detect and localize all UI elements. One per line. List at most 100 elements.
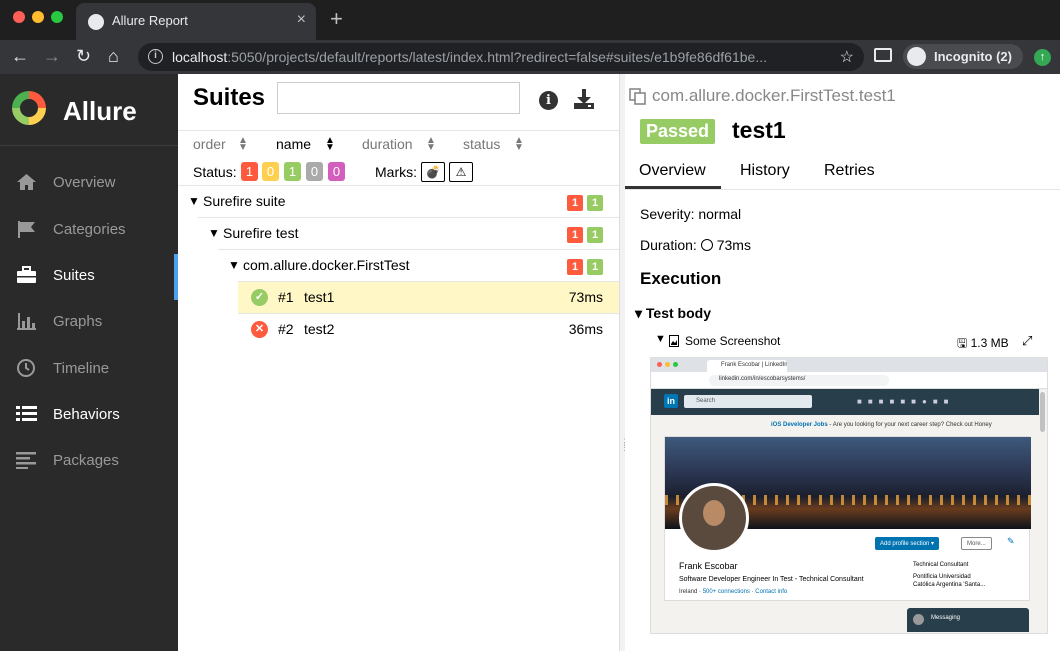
sidebar-item-label: Timeline (53, 360, 110, 377)
failed-count-badge: 1 (567, 259, 583, 275)
reload-icon[interactable]: ↻ (76, 45, 91, 67)
edit-pencil-icon: ✎ (1007, 536, 1015, 546)
tree-node-test[interactable]: ▼ Surefire test 1 1 (178, 218, 619, 250)
incognito-badge[interactable]: Incognito (2) (903, 44, 1023, 69)
tree-node-suite[interactable]: ▼ Surefire suite 1 1 (178, 186, 619, 218)
chevron-down-icon[interactable]: ▼ (655, 333, 666, 345)
sort-order[interactable]: order (193, 136, 226, 152)
close-tab-icon[interactable]: × (297, 11, 306, 29)
tab-history[interactable]: History (740, 162, 790, 180)
passed-count-badge: 1 (587, 259, 603, 275)
status-filter-failed[interactable]: 1 (241, 162, 258, 181)
splitter-grip-icon[interactable]: ⋮⋮ (620, 438, 629, 452)
globe-icon (88, 14, 104, 30)
incognito-icon (907, 47, 926, 66)
sidebar-item-timeline[interactable]: Timeline (0, 347, 178, 391)
status-filter-passed[interactable]: 1 (284, 162, 301, 181)
status-filter-label: Status: (193, 164, 237, 180)
warning-icon[interactable]: ⚠ (449, 162, 473, 182)
status-filter-broken[interactable]: 0 (262, 162, 279, 181)
back-icon[interactable]: ← (11, 45, 29, 67)
sort-name[interactable]: name (276, 136, 311, 152)
sort-arrows-icon[interactable]: ▲ ▼ (426, 136, 436, 153)
sort-duration[interactable]: duration (362, 136, 413, 152)
status-filter-unknown[interactable]: 0 (328, 162, 345, 181)
sidebar-divider (0, 145, 178, 146)
cast-icon[interactable] (874, 48, 892, 62)
sidebar-item-label: Packages (53, 452, 119, 469)
maximize-window-button[interactable] (51, 11, 63, 23)
bar-chart-icon (17, 313, 36, 330)
sidebar-item-packages[interactable]: Packages (0, 439, 178, 483)
copy-icon[interactable] (629, 88, 647, 105)
sort-status[interactable]: status (463, 136, 500, 152)
check-circle-icon: ✓ (251, 289, 268, 306)
test-name: test1 (304, 289, 335, 305)
passed-count-badge: 1 (587, 195, 603, 211)
test-details-pane: com.allure.docker.FirstTest.test1 Passed… (625, 74, 1060, 651)
flaky-bomb-icon[interactable]: 💣 (421, 162, 445, 182)
align-left-icon (16, 452, 36, 469)
address-bar[interactable]: i localhost:5050/projects/default/report… (138, 43, 864, 71)
tree-node-class[interactable]: ▼ com.allure.docker.FirstTest 1 1 (178, 250, 619, 282)
linkedin-nav-bar: in Search ■■■■■■●■■ (651, 389, 1039, 415)
url-text: localhost:5050/projects/default/reports/… (172, 49, 767, 65)
shot-address-bar: linkedin.com/in/escobarsystems/ (651, 372, 1047, 389)
sidebar-item-label: Categories (53, 221, 126, 238)
profile-name: Frank Escobar (679, 561, 738, 571)
sort-arrows-icon[interactable]: ▲ ▼ (325, 136, 335, 153)
status-filter-skipped[interactable]: 0 (306, 162, 323, 181)
attachment-row[interactable]: ▼ Some Screenshot 🖫 1.3 MB ⤢ (655, 333, 1055, 351)
brand-name[interactable]: Allure (63, 96, 137, 127)
screenshot-preview[interactable]: Frank Escobar | LinkedIn linkedin.com/in… (650, 357, 1048, 634)
failed-count-badge: 1 (567, 195, 583, 211)
dot (657, 362, 662, 367)
forward-icon[interactable]: → (43, 45, 61, 67)
shot-scrollbar (1040, 392, 1045, 432)
suites-pane: Suites i order ▲ ▼ name ▲ ▼ duration ▲ ▼ st… (178, 74, 619, 651)
test-case-row[interactable]: ✕ #2 test2 36ms (238, 314, 619, 345)
sort-arrows-icon[interactable]: ▲ ▼ (514, 136, 524, 153)
chevron-down-icon[interactable]: ▼ (208, 226, 220, 240)
home-icon[interactable]: ⌂ (108, 45, 119, 67)
sidebar-item-graphs[interactable]: Graphs (0, 300, 178, 344)
briefcase-icon (17, 266, 36, 283)
clock-icon (17, 359, 35, 377)
chevron-down-icon[interactable]: ▼ (228, 258, 240, 272)
tab-overview[interactable]: Overview (639, 162, 706, 180)
severity-text: Severity: normal (640, 206, 742, 222)
sidebar-item-overview[interactable]: Overview (0, 161, 178, 205)
info-icon[interactable]: i (539, 91, 558, 110)
linkedin-profile-card: Add profile section ▾ More... ✎ Frank Es… (664, 436, 1031, 601)
site-info-icon[interactable]: i (148, 49, 163, 64)
chevron-down-icon[interactable]: ▼ (188, 194, 200, 208)
browser-tab[interactable]: Allure Report × (76, 3, 316, 40)
duration-text: Duration: 73ms (640, 237, 751, 253)
linkedin-search: Search (684, 395, 812, 408)
test-case-row[interactable]: ✓ #1 test1 73ms (238, 282, 619, 313)
close-window-button[interactable] (13, 11, 25, 23)
new-tab-button[interactable]: + (330, 8, 343, 30)
sidebar-item-categories[interactable]: Categories (0, 208, 178, 252)
update-icon[interactable]: ↑ (1034, 49, 1051, 66)
sidebar-item-behaviors[interactable]: Behaviors (0, 393, 178, 437)
fullscreen-icon[interactable]: ⤢ (1022, 333, 1032, 349)
shot-tab-title: Frank Escobar | LinkedIn (707, 360, 787, 372)
sidebar-item-suites[interactable]: Suites (0, 254, 178, 300)
allure-logo-icon[interactable] (12, 91, 46, 125)
minimize-window-button[interactable] (32, 11, 44, 23)
linkedin-nav-icons: ■■■■■■●■■ (857, 397, 955, 406)
test-body-heading[interactable]: ▾ Test body (635, 305, 711, 322)
execution-heading: Execution (640, 269, 722, 288)
flag-icon (18, 221, 35, 238)
bookmark-star-icon[interactable]: ☆ (840, 47, 854, 67)
download-icon[interactable] (573, 88, 595, 110)
tab-retries[interactable]: Retries (824, 162, 875, 180)
tab-title: Allure Report (112, 13, 188, 28)
profile-headline: Software Developer Engineer In Test - Te… (679, 576, 864, 583)
home-icon (17, 174, 36, 190)
test-number: #1 (278, 289, 294, 305)
search-input[interactable] (277, 82, 520, 114)
test-name: test2 (304, 321, 335, 337)
sort-arrows-icon[interactable]: ▲ ▼ (238, 136, 248, 153)
